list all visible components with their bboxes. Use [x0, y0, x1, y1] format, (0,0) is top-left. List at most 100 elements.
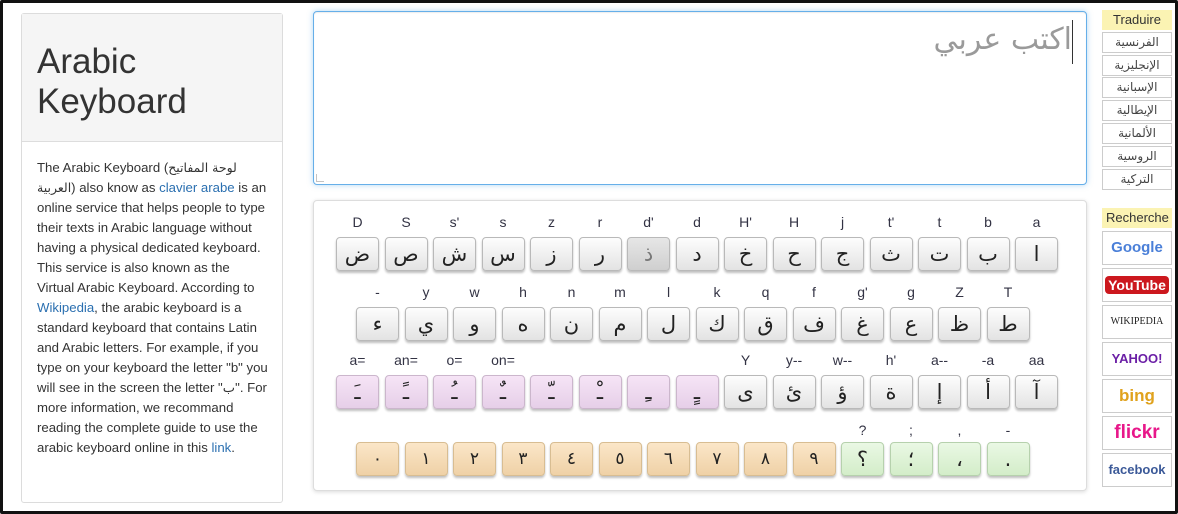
editor-text: اكتب عربي: [933, 22, 1072, 57]
keyboard-key[interactable]: ـٌ: [481, 375, 525, 409]
wikipedia-link[interactable]: Wikipedia: [37, 300, 94, 315]
keyboard-key[interactable]: آ: [1015, 375, 1058, 409]
wikipedia-logo-icon: WIKIPEDIA: [1110, 316, 1164, 328]
keyboard-key[interactable]: ل: [647, 307, 690, 341]
keyboard-key[interactable]: ٣: [501, 442, 545, 476]
keyboard-key[interactable]: غ: [841, 307, 884, 341]
keyboard-key[interactable]: ي: [404, 307, 448, 341]
translate-language-item[interactable]: الروسية: [1102, 145, 1172, 167]
virtual-keyboard: D ض S ص s' ش s س z ز r ر d' ذ d د H' خ H ح j ج t' ث t ت b ب a ا - ء y ي w و…: [313, 200, 1087, 491]
keyboard-key[interactable]: ،: [938, 442, 981, 476]
keyboard-key[interactable]: ح: [772, 237, 816, 271]
translate-list: الفرنسية الإنجليزية الإسبانية الإيطالية الأل…: [1102, 31, 1172, 190]
clavier-arabe-link[interactable]: clavier arabe: [159, 180, 235, 195]
keyboard-key[interactable]: ٠: [356, 442, 399, 476]
key-latin-label: Z: [955, 284, 964, 300]
keyboard-key[interactable]: ك: [695, 307, 739, 341]
key-latin-label: S: [401, 214, 411, 230]
translate-language-item[interactable]: الفرنسية: [1102, 31, 1172, 53]
keyboard-key[interactable]: ب: [966, 237, 1010, 271]
translate-language-item[interactable]: التركية: [1102, 168, 1172, 190]
key-latin-label: h': [885, 352, 897, 368]
keyboard-key[interactable]: د: [675, 237, 719, 271]
keyboard-key[interactable]: ر: [578, 237, 622, 271]
keyboard-key[interactable]: ٧: [695, 442, 739, 476]
translate-language-item[interactable]: الإسبانية: [1102, 77, 1172, 99]
bing-logo-icon: bing: [1119, 385, 1155, 405]
keyboard-key[interactable]: ز: [530, 237, 573, 271]
key-latin-label: r: [597, 214, 603, 230]
keyboard-key[interactable]: ٦: [647, 442, 690, 476]
search-youtube-button[interactable]: YouTube: [1102, 267, 1172, 302]
keyboard-key[interactable]: ـَ: [336, 375, 379, 409]
keyboard-key[interactable]: ـٍ: [675, 375, 719, 409]
search-google-button[interactable]: Google: [1102, 230, 1172, 265]
keyboard-key[interactable]: ء: [356, 307, 399, 341]
keyboard-key[interactable]: ـْ: [578, 375, 622, 409]
keyboard-key[interactable]: خ: [724, 237, 767, 271]
keyboard-key[interactable]: ع: [889, 307, 933, 341]
keyboard-key[interactable]: ؤ: [821, 375, 864, 409]
key-latin-label: d: [693, 214, 701, 230]
keyboard-key[interactable]: ١: [404, 442, 448, 476]
keyboard-key[interactable]: و: [453, 307, 496, 341]
keyboard-key[interactable]: ة: [869, 375, 913, 409]
keyboard-key[interactable]: ج: [821, 237, 864, 271]
search-wikipedia-button[interactable]: WIKIPEDIA: [1102, 304, 1172, 339]
search-facebook-button[interactable]: facebook: [1102, 452, 1172, 487]
translate-language-item[interactable]: الإيطالية: [1102, 100, 1172, 122]
key-latin-label: j: [840, 214, 845, 230]
keyboard-key[interactable]: ـِ: [627, 375, 670, 409]
key-latin-label: t': [887, 214, 895, 230]
keyboard-key[interactable]: ٢: [453, 442, 496, 476]
translate-language-item[interactable]: الإنجليزية: [1102, 54, 1172, 76]
keyboard-key[interactable]: ٨: [744, 442, 787, 476]
guide-link[interactable]: link: [211, 440, 231, 455]
resize-grip[interactable]: [316, 174, 324, 182]
keyboard-key[interactable]: ظ: [938, 307, 981, 341]
search-bing-button[interactable]: bing: [1102, 378, 1172, 413]
keyboard-key[interactable]: ى: [724, 375, 767, 409]
key-latin-label: n: [567, 284, 576, 300]
keyboard-key[interactable]: ش: [433, 237, 476, 271]
keyboard-key[interactable]: ن: [550, 307, 593, 341]
keyboard-key[interactable]: س: [481, 237, 525, 271]
keyboard-key[interactable]: .: [986, 442, 1030, 476]
keyboard-key[interactable]: ا: [1015, 237, 1058, 271]
keyboard-key[interactable]: ٩: [792, 442, 836, 476]
keyboard-key[interactable]: ذ: [627, 237, 670, 271]
sidebar-description: The Arabic Keyboard (لوحة المفاتيح العرب…: [22, 142, 282, 458]
key-latin-label: z: [548, 214, 555, 230]
keyboard-key[interactable]: ه: [501, 307, 545, 341]
keyboard-key[interactable]: ؛: [889, 442, 933, 476]
key-latin-label: aa: [1028, 352, 1045, 368]
search-yahoo-button[interactable]: YAHOO!: [1102, 341, 1172, 376]
keyboard-key[interactable]: ق: [744, 307, 787, 341]
keyboard-key[interactable]: إ: [918, 375, 961, 409]
keyboard-key[interactable]: ت: [918, 237, 961, 271]
text-editor[interactable]: اكتب عربي: [313, 11, 1087, 185]
translate-language-item[interactable]: الألمانية: [1102, 122, 1172, 144]
keyboard-key[interactable]: ص: [384, 237, 428, 271]
keyboard-key[interactable]: ض: [336, 237, 379, 271]
keyboard-key[interactable]: ث: [869, 237, 913, 271]
keyboard-key[interactable]: ـً: [384, 375, 428, 409]
translate-header: Traduire: [1102, 10, 1172, 30]
search-flickr-button[interactable]: flickr: [1102, 415, 1172, 450]
keyboard-key[interactable]: ٥: [598, 442, 642, 476]
keyboard-key[interactable]: أ: [966, 375, 1010, 409]
key-latin-label: a: [1032, 214, 1041, 230]
key-latin-label: f: [812, 284, 816, 300]
key-latin-label: H': [739, 214, 752, 230]
keyboard-key[interactable]: ط: [986, 307, 1030, 341]
keyboard-key[interactable]: ف: [792, 307, 836, 341]
keyboard-key[interactable]: ـُ: [433, 375, 476, 409]
key-latin-label: o=: [446, 352, 463, 368]
keyboard-key[interactable]: ـّ: [530, 375, 573, 409]
keyboard-key[interactable]: ؟: [841, 442, 884, 476]
page-title: Arabic Keyboard: [37, 42, 268, 122]
keyboard-key[interactable]: ئ: [772, 375, 816, 409]
keyboard-key[interactable]: م: [598, 307, 642, 341]
keyboard-key[interactable]: ٤: [550, 442, 593, 476]
key-latin-label: b: [984, 214, 992, 230]
